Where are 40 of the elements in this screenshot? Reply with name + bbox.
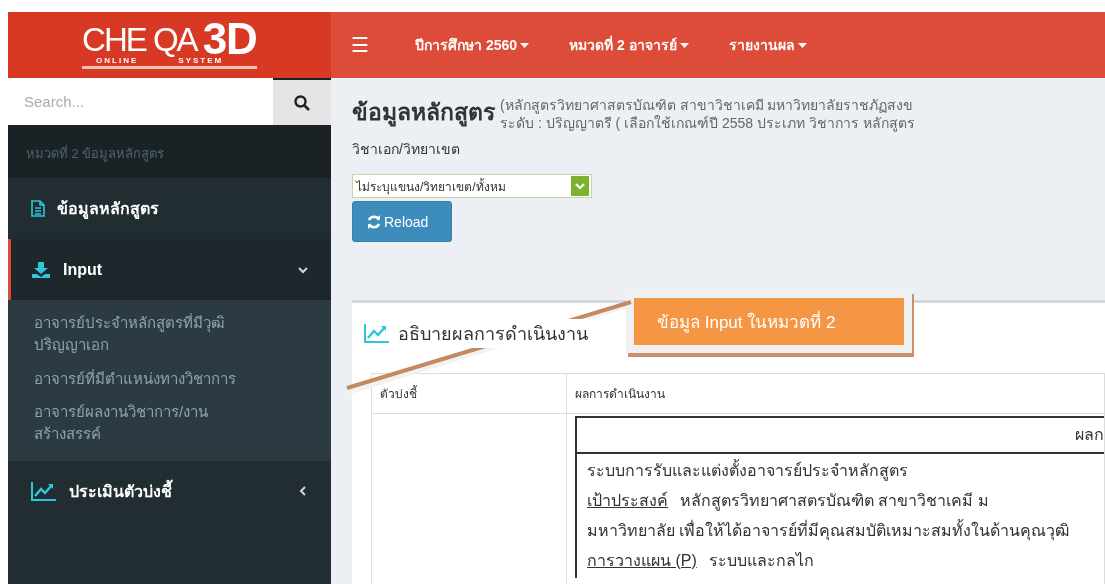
table-header: ผลการดำเนินงาน xyxy=(566,373,1105,414)
caret-icon xyxy=(797,42,807,48)
download-icon xyxy=(31,261,51,278)
paragraph-label: เป้าประสงค์ xyxy=(587,492,668,509)
document-header: ผลก xyxy=(577,418,1104,454)
logo-text[interactable]: CHE QA xyxy=(82,23,197,56)
campus-dropdown[interactable]: ไม่ระบุแขนง/วิทยาเขต/ทั้งหม xyxy=(352,174,592,198)
search-field[interactable]: Search... xyxy=(8,78,273,125)
search-button[interactable] xyxy=(273,78,331,125)
submenu-item[interactable]: อาจารย์ที่มีตำแหน่งทางวิชาการ xyxy=(8,361,331,396)
chart-icon xyxy=(31,481,57,502)
page-subtitle: (หลักสูตรวิทยาศาสตรบัณฑิต สาขาวิชาเคมี มหาวิทยาลัยราชภัฏสงข xyxy=(500,96,915,114)
menu-button[interactable]: ☰ xyxy=(351,33,375,57)
search-icon xyxy=(294,94,310,111)
paragraph-label: การวางแผน (P) xyxy=(587,552,697,569)
submenu-item[interactable]: อาจารย์ผลงานวิชาการ/งานสร้างสรรค์ xyxy=(8,395,331,451)
panel-title: อธิบายผลการดำเนินงาน xyxy=(398,318,588,348)
chart-icon xyxy=(364,323,390,343)
logo-subtext: ONLINE xyxy=(96,55,139,65)
reload-button[interactable]: Reload xyxy=(352,201,452,242)
nav-dropdown[interactable]: ปีการศึกษา 2560 xyxy=(415,34,530,56)
table-header: ตัวบ่งชี้ xyxy=(371,373,567,414)
page-subtitle: ระดับ : ปริญญาตรี ( เลือกใช้เกณฑ์ปี 2558 ประเภท วิชาการ หลักสูตร xyxy=(500,114,915,132)
page-title: ข้อมูลหลักสูตร xyxy=(352,98,495,129)
document-heading: ระบบการรับและแต่งตั้งอาจารย์ประจำหลักสูตร xyxy=(587,456,1094,486)
nav-dropdown[interactable]: รายงานผล xyxy=(728,34,807,56)
document-icon xyxy=(31,200,45,217)
field-label: วิชาเอก/วิทยาเขต xyxy=(352,140,461,159)
refresh-icon xyxy=(367,214,381,229)
paragraph-text: ระบบและกลไก xyxy=(708,552,814,569)
section-label: หมวดที่ 2 ข้อมูลหลักสูตร xyxy=(8,125,331,178)
nav-dropdown[interactable]: หมวดที่ 2 อาจารย์ xyxy=(569,34,689,56)
caret-icon xyxy=(520,42,530,48)
submenu-item[interactable]: อาจารย์ประจำหลักสูตรที่มีวุฒิปริญญาเอก xyxy=(8,306,331,362)
sidebar-item[interactable]: Input xyxy=(8,239,331,300)
logo-text[interactable]: 3D xyxy=(202,21,257,56)
caret-icon xyxy=(679,42,689,48)
paragraph-text: หลักสูตรวิทยาศาสตรบัณฑิต สาขาวิชาเคมี ม xyxy=(680,492,989,509)
logo-subtext: SYSTEM xyxy=(178,55,224,65)
chevron-icon xyxy=(575,182,585,190)
